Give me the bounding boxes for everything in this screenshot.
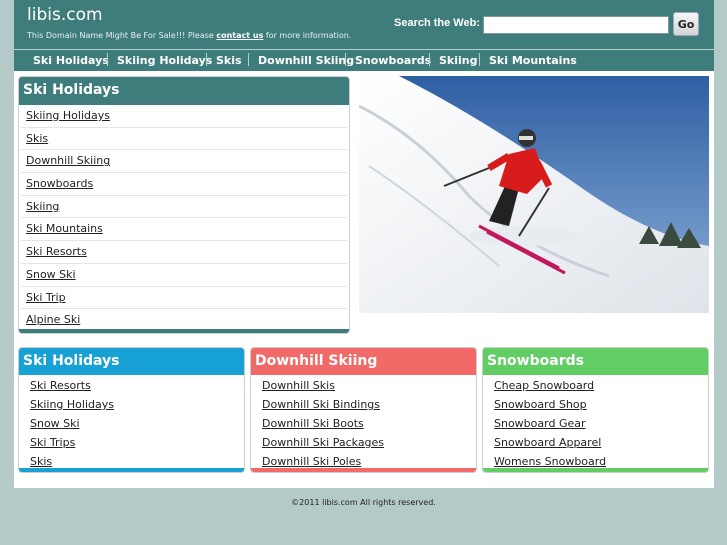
site-header: libis.com This Domain Name Might Be For … bbox=[14, 0, 714, 49]
tagline-suffix: for more information. bbox=[263, 31, 352, 40]
nav-item-skiing-holidays[interactable]: Skiing Holidays bbox=[117, 54, 212, 67]
box-links: Downhill Skis Downhill Ski Bindings Down… bbox=[251, 375, 476, 471]
list-item[interactable]: Snow Ski bbox=[19, 414, 244, 433]
tagline: This Domain Name Might Be For Sale!!! Pl… bbox=[27, 31, 351, 40]
box-footer-bar bbox=[19, 468, 244, 472]
list-item[interactable]: Snow Ski bbox=[21, 264, 347, 287]
list-item[interactable]: Cheap Snowboard bbox=[483, 376, 708, 395]
list-item[interactable]: Skiing Holidays bbox=[19, 395, 244, 414]
nav-separator bbox=[248, 53, 249, 66]
nav-item-ski-holidays[interactable]: Ski Holidays bbox=[33, 54, 109, 67]
list-item[interactable]: Ski Resorts bbox=[21, 241, 347, 264]
nav-separator bbox=[429, 53, 430, 66]
nav-item-skis[interactable]: Skis bbox=[216, 54, 242, 67]
ski-holidays-box: Ski Holidays Ski Resorts Skiing Holidays… bbox=[18, 347, 245, 473]
main-box-links: Skiing Holidays Skis Downhill Skiing Sno… bbox=[19, 105, 349, 332]
list-item[interactable]: Skiing bbox=[21, 196, 347, 219]
search-input[interactable] bbox=[483, 16, 669, 34]
ski-holidays-main-box: Ski Holidays Skiing Holidays Skis Downhi… bbox=[18, 76, 350, 334]
page-container: libis.com This Domain Name Might Be For … bbox=[14, 0, 714, 488]
search-label: Search the Web: bbox=[394, 17, 480, 29]
list-item[interactable]: Snowboard Apparel bbox=[483, 433, 708, 452]
site-title[interactable]: libis.com bbox=[27, 5, 103, 25]
nav-item-skiing[interactable]: Skiing bbox=[439, 54, 477, 67]
box-title: Snowboards bbox=[483, 348, 708, 375]
list-item[interactable]: Ski Resorts bbox=[19, 376, 244, 395]
list-item[interactable]: Skis bbox=[21, 128, 347, 151]
list-item[interactable]: Downhill Ski Boots bbox=[251, 414, 476, 433]
main-box-footer-bar bbox=[19, 329, 349, 333]
nav-item-snowboards[interactable]: Snowboards bbox=[355, 54, 431, 67]
list-item[interactable]: Downhill Skis bbox=[251, 376, 476, 395]
box-links: Ski Resorts Skiing Holidays Snow Ski Ski… bbox=[19, 375, 244, 471]
list-item[interactable]: Snowboard Gear bbox=[483, 414, 708, 433]
list-item[interactable]: Skiing Holidays bbox=[21, 105, 347, 128]
nav-bar: Ski Holidays Skiing Holidays Skis Downhi… bbox=[14, 49, 714, 71]
nav-separator bbox=[479, 53, 480, 66]
box-footer-bar bbox=[251, 468, 476, 472]
main-box-title: Ski Holidays bbox=[19, 77, 349, 105]
skier-hero-image bbox=[359, 76, 709, 313]
nav-item-downhill-skiing[interactable]: Downhill Skiing bbox=[258, 54, 354, 67]
list-item[interactable]: Ski Trips bbox=[19, 433, 244, 452]
list-item[interactable]: Snowboards bbox=[21, 173, 347, 196]
nav-item-ski-mountains[interactable]: Ski Mountains bbox=[489, 54, 577, 67]
downhill-skiing-box: Downhill Skiing Downhill Skis Downhill S… bbox=[250, 347, 477, 473]
contact-us-link[interactable]: contact us bbox=[216, 31, 263, 40]
nav-separator bbox=[107, 53, 108, 66]
nav-separator bbox=[206, 53, 207, 66]
list-item[interactable]: Downhill Skiing bbox=[21, 150, 347, 174]
list-item[interactable]: Ski Trip bbox=[21, 287, 347, 310]
go-button[interactable]: Go bbox=[673, 12, 699, 36]
nav-separator bbox=[345, 53, 346, 66]
list-item[interactable]: Snowboard Shop bbox=[483, 395, 708, 414]
tagline-prefix: This Domain Name Might Be For Sale!!! Pl… bbox=[27, 31, 217, 40]
list-item[interactable]: Downhill Ski Packages bbox=[251, 433, 476, 452]
snowboards-box: Snowboards Cheap Snowboard Snowboard Sho… bbox=[482, 347, 709, 473]
list-item[interactable]: Ski Mountains bbox=[21, 218, 347, 242]
box-links: Cheap Snowboard Snowboard Shop Snowboard… bbox=[483, 375, 708, 471]
list-item[interactable]: Downhill Ski Bindings bbox=[251, 395, 476, 414]
box-title: Downhill Skiing bbox=[251, 348, 476, 375]
footer-copyright: ©2011 libis.com All rights reserved. bbox=[291, 498, 436, 507]
box-footer-bar bbox=[483, 468, 708, 472]
box-title: Ski Holidays bbox=[19, 348, 244, 375]
